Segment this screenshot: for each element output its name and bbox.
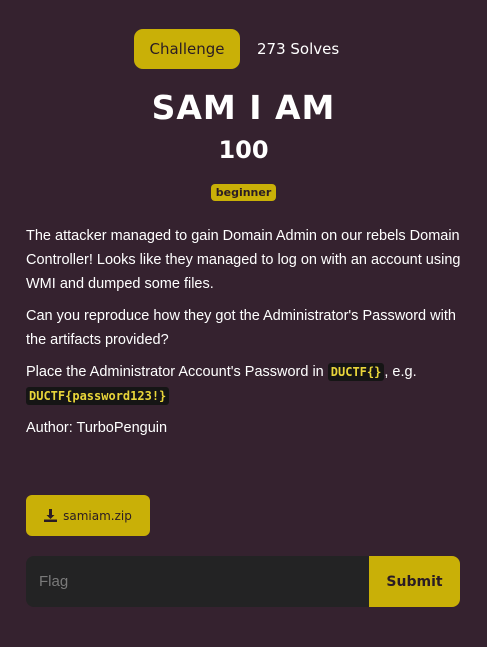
flag-form: Submit [26,556,460,607]
description-text: , e.g. [384,364,417,380]
challenge-tabs: Challenge 273 Solves [134,29,339,69]
description-text: Place the Administrator Account's Passwo… [26,364,328,380]
download-file-button[interactable]: samiam.zip [26,495,150,536]
description-paragraph-3: Place the Administrator Account's Passwo… [26,360,466,408]
flag-format-code: DUCTF{} [327,363,385,381]
tag-container: beginner [0,181,487,201]
challenge-author: Author: TurboPenguin [26,420,168,436]
file-name: samiam.zip [63,508,132,523]
challenge-points: 100 [218,136,269,164]
description-paragraph-1: The attacker managed to gain Domain Admi… [26,228,461,292]
download-icon [44,509,58,522]
submit-button[interactable]: Submit [369,556,460,607]
tab-challenge[interactable]: Challenge [134,29,240,69]
challenge-tag: beginner [210,184,277,201]
flag-input[interactable] [26,556,369,607]
description-paragraph-2: Can you reproduce how they got the Admin… [26,308,456,348]
challenge-description: The attacker managed to gain Domain Admi… [26,224,466,448]
tab-solves[interactable]: 273 Solves [257,40,339,58]
challenge-title: SAM I AM [151,88,336,127]
flag-example-code: DUCTF{password123!} [26,387,170,405]
